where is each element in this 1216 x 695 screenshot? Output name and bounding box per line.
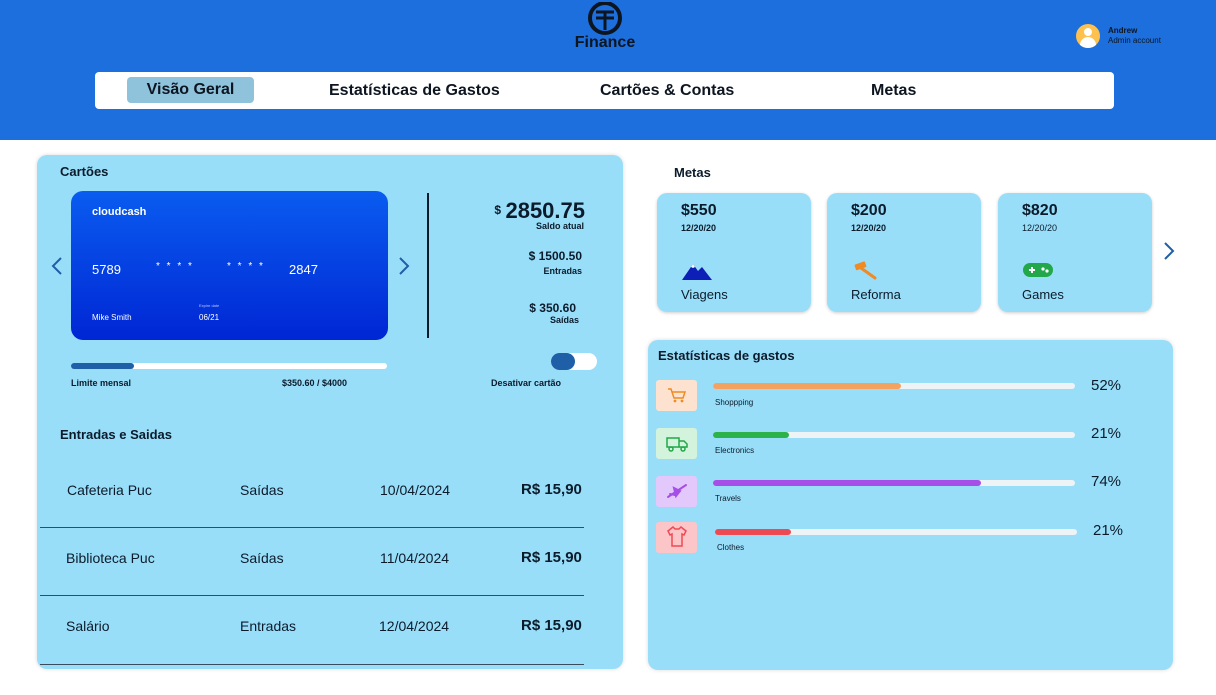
tx-type: Saídas	[240, 550, 284, 566]
stat-fill	[713, 432, 790, 438]
metas-title: Metas	[674, 165, 711, 180]
disable-card-label: Desativar cartão	[491, 378, 562, 388]
stats-title: Estatísticas de gastos	[658, 348, 795, 363]
monthly-limit-label: Limite mensal	[71, 378, 132, 388]
stat-icon-bg	[656, 476, 697, 507]
tx-type: Entradas	[240, 618, 297, 634]
credit-card[interactable]: cloudcash 5789 * * * * * * * * 2847 Expi…	[71, 191, 388, 340]
stat-track	[713, 480, 1075, 486]
card-number-last: 2847	[289, 262, 318, 277]
goal-label: Viagens	[681, 287, 728, 302]
goal-amount: $550	[681, 202, 717, 219]
goal-date: 12/20/20	[681, 223, 717, 233]
cart-icon	[668, 388, 687, 403]
stat-icon-bg	[656, 380, 697, 411]
stat-icon-bg	[656, 428, 697, 459]
plane-icon	[667, 484, 687, 499]
table-row[interactable]: Biblioteca Puc Saídas 11/04/2024 R$ 15,9…	[40, 524, 584, 592]
tx-date: 10/04/2024	[380, 482, 451, 498]
stat-fill	[713, 383, 902, 389]
income-label: Entradas	[543, 266, 582, 276]
transactions-title: Entradas e Saidas	[60, 427, 172, 442]
card-number-masked-2: * * * *	[227, 261, 265, 272]
table-row[interactable]: Salário Entradas 12/04/2024 R$ 15,90	[40, 592, 584, 660]
stat-fill	[715, 529, 792, 535]
goal-card-games[interactable]: $820 12/20/20 Games	[998, 193, 1152, 312]
table-row[interactable]: Cafeteria Puc Saídas 10/04/2024 R$ 15,90	[40, 456, 584, 524]
truck-icon	[666, 437, 688, 452]
stat-percent: 52%	[1091, 377, 1122, 394]
tx-name: Salário	[66, 618, 110, 634]
user-role: Admin account	[1108, 36, 1161, 45]
tx-amount: R$ 15,90	[521, 549, 582, 566]
goal-card-reforma[interactable]: $200 12/20/20 Reforma	[827, 193, 981, 312]
tab-estatisticas-de-gastos[interactable]: Estatísticas de Gastos	[329, 72, 500, 109]
stat-label: Clothes	[717, 543, 745, 552]
card-expiry-label: Expire date	[199, 303, 220, 308]
hammer-icon	[854, 261, 877, 280]
vertical-divider	[427, 193, 429, 338]
stat-percent: 21%	[1091, 425, 1122, 442]
card-brand: cloudcash	[92, 206, 147, 218]
monthly-limit-value: $350.60 / $4000	[282, 378, 348, 388]
income-value: $ 1500.50	[528, 249, 582, 263]
toggle-knob	[551, 353, 575, 370]
goal-card-viagens[interactable]: $550 12/20/20 Viagens	[657, 193, 811, 312]
tx-type: Saídas	[240, 482, 284, 498]
cards-section-title: Cartões	[60, 164, 109, 179]
balance-label: Saldo atual	[535, 221, 584, 231]
row-divider	[40, 664, 584, 665]
goal-label: Reforma	[851, 287, 901, 302]
balance-value: 2850.75	[505, 198, 585, 223]
goal-amount: $200	[851, 202, 887, 219]
tx-name: Cafeteria Puc	[67, 482, 152, 498]
stat-percent: 74%	[1091, 473, 1122, 490]
stat-icon-bg	[656, 522, 697, 553]
stat-track	[713, 383, 1075, 389]
card-holder: Mike Smith	[92, 313, 132, 322]
goal-amount: $820	[1022, 202, 1058, 219]
main-nav: Visão Geral Estatísticas de Gastos Cartõ…	[95, 72, 1114, 109]
card-number-first: 5789	[92, 262, 121, 277]
header-bar: Finance Andrew Admin account Visão Geral…	[0, 0, 1216, 140]
tx-date: 12/04/2024	[379, 618, 450, 634]
chevron-right-icon[interactable]	[396, 256, 412, 276]
tab-metas[interactable]: Metas	[871, 72, 916, 109]
mountain-icon	[682, 264, 712, 280]
tx-name: Biblioteca Puc	[66, 550, 155, 566]
goal-label: Games	[1022, 287, 1064, 302]
avatar[interactable]	[1076, 24, 1100, 48]
card-number-masked-1: * * * *	[156, 261, 194, 272]
stat-fill	[713, 480, 981, 486]
balance-currency: $	[494, 203, 502, 217]
gamepad-icon	[1023, 263, 1053, 277]
disable-card-toggle[interactable]	[551, 353, 597, 370]
shirt-icon	[667, 526, 687, 547]
stat-label: Shoppping	[715, 398, 754, 407]
monthly-limit-fill	[71, 363, 135, 369]
chevron-left-icon[interactable]	[49, 256, 65, 276]
goal-date: 12/20/20	[851, 223, 887, 233]
tab-cartoes-contas[interactable]: Cartões & Contas	[600, 72, 734, 109]
tx-amount: R$ 15,90	[521, 481, 582, 498]
user-name: Andrew	[1108, 26, 1138, 35]
tab-visao-geral[interactable]: Visão Geral	[127, 77, 254, 103]
monthly-limit-bar	[71, 363, 387, 369]
stat-track	[715, 529, 1077, 535]
expense-label: Saídas	[549, 315, 579, 325]
stat-track	[713, 432, 1075, 438]
stat-label: Travels	[715, 494, 741, 503]
tx-amount: R$ 15,90	[521, 617, 582, 634]
card-expiry: 06/21	[199, 313, 220, 322]
chevron-right-icon[interactable]	[1161, 241, 1177, 261]
goal-date: 12/20/20	[1022, 223, 1058, 233]
expense-value: $ 350.60	[529, 301, 576, 315]
logo-text: Finance	[574, 34, 636, 51]
stat-label: Electronics	[715, 446, 755, 455]
tx-date: 11/04/2024	[380, 550, 450, 566]
stat-percent: 21%	[1093, 522, 1124, 539]
